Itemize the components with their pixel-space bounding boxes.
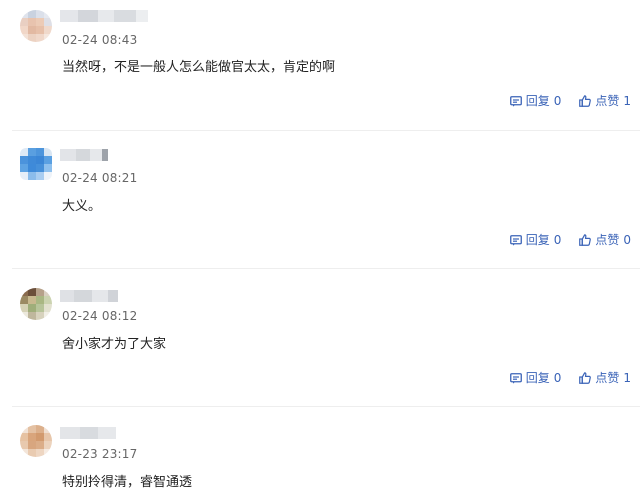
- comment-timestamp: 02-23 23:17: [62, 447, 138, 461]
- like-label: 点赞: [595, 233, 620, 247]
- like-count: 0: [623, 233, 631, 247]
- like-count: 1: [623, 371, 631, 385]
- comment-text: 大义。: [62, 199, 102, 214]
- reply-icon: [509, 234, 522, 246]
- reply-count: 0: [553, 371, 562, 385]
- thumbs-up-icon: [579, 95, 592, 107]
- avatar[interactable]: [20, 148, 52, 180]
- comment-actions: 回复 0 点赞 1: [509, 371, 631, 385]
- username-blurred[interactable]: [60, 427, 116, 439]
- comment-item: 02-24 08:21 大义。 回复 0 点赞 0: [0, 140, 640, 268]
- avatar[interactable]: [20, 425, 52, 457]
- reply-count: 0: [553, 94, 562, 108]
- comment-timestamp: 02-24 08:43: [62, 33, 138, 47]
- like-label: 点赞: [595, 94, 620, 108]
- comment-text: 当然呀，不是一般人怎么能做官太太，肯定的啊: [62, 60, 336, 75]
- reply-count: 0: [553, 233, 562, 247]
- reply-label: 回复: [525, 233, 550, 247]
- username-blurred[interactable]: [60, 10, 148, 22]
- comment-divider: [12, 268, 640, 269]
- comment-list: 02-24 08:43 当然呀，不是一般人怎么能做官太太，肯定的啊 回复 0 点…: [0, 0, 640, 502]
- comment-actions: 回复 0 点赞 1: [509, 94, 631, 108]
- avatar[interactable]: [20, 288, 52, 320]
- reply-icon: [509, 95, 522, 107]
- comment-text: 舍小家才为了大家: [62, 337, 167, 352]
- comment-item: 02-24 08:43 当然呀，不是一般人怎么能做官太太，肯定的啊 回复 0 点…: [0, 0, 640, 130]
- reply-button[interactable]: 回复 0: [509, 233, 562, 247]
- like-button[interactable]: 点赞 1: [579, 94, 631, 108]
- thumbs-up-icon: [579, 372, 592, 384]
- like-button[interactable]: 点赞 0: [579, 233, 631, 247]
- like-count: 1: [623, 94, 631, 108]
- username-blurred[interactable]: [60, 149, 108, 161]
- comment-text: 特别拎得清，睿智通透: [62, 475, 193, 490]
- reply-button[interactable]: 回复 0: [509, 94, 562, 108]
- avatar[interactable]: [20, 10, 52, 42]
- reply-label: 回复: [525, 94, 550, 108]
- comment-timestamp: 02-24 08:21: [62, 171, 138, 185]
- thumbs-up-icon: [579, 234, 592, 246]
- like-button[interactable]: 点赞 1: [579, 371, 631, 385]
- comment-item: 02-24 08:12 舍小家才为了大家 回复 0 点赞 1: [0, 278, 640, 406]
- like-label: 点赞: [595, 371, 620, 385]
- reply-icon: [509, 372, 522, 384]
- comment-actions: 回复 0 点赞 0: [509, 233, 631, 247]
- comment-item: 02-23 23:17 特别拎得清，睿智通透: [0, 416, 640, 502]
- comment-timestamp: 02-24 08:12: [62, 309, 138, 323]
- reply-button[interactable]: 回复 0: [509, 371, 562, 385]
- username-blurred[interactable]: [60, 290, 118, 302]
- reply-label: 回复: [525, 371, 550, 385]
- comment-divider: [12, 130, 640, 131]
- comment-divider: [12, 406, 640, 407]
